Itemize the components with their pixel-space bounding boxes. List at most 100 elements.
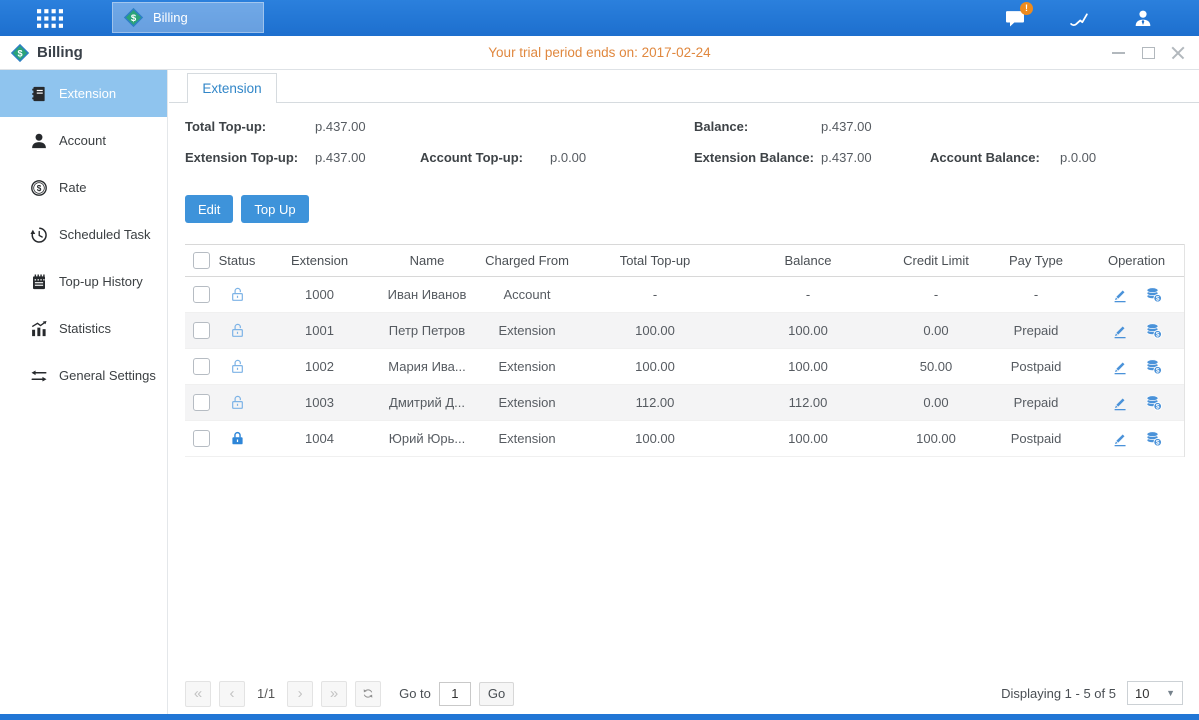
extension-balance-label: Extension Balance: [694,150,814,165]
pagination-bar: « ‹ 1/1 › » Go to Go Displaying 1 - 5 of… [185,680,1183,707]
topup-icon[interactable] [1145,358,1163,376]
taskbar-tab-billing[interactable]: Billing [112,2,264,33]
cell-extension: 1003 [257,395,382,410]
next-page-button[interactable]: › [287,681,313,707]
cell-pay-type: Prepaid [984,395,1088,410]
main-content: Extension Total Top-up: p.437.00 Balance… [169,70,1199,714]
topup-icon[interactable] [1145,430,1163,448]
table-row: 1001 Петр Петров Extension 100.00 100.00… [185,313,1184,349]
lock-open-icon [229,322,246,339]
prev-page-button[interactable]: ‹ [219,681,245,707]
cell-charged-from: Extension [472,323,582,338]
sidebar-item-top-up-history[interactable]: Top-up History [0,258,167,305]
row-checkbox[interactable] [193,286,210,303]
table-row: 1002 Мария Ива... Extension 100.00 100.0… [185,349,1184,385]
billing-app-icon [123,7,144,28]
edit-button[interactable]: Edit [185,195,233,223]
window-titlebar: Billing Your trial period ends on: 2017-… [0,36,1199,70]
extension-balance-value: p.437.00 [821,150,872,165]
minimize-icon [1112,52,1125,54]
account-balance-value: p.0.00 [1060,150,1096,165]
row-checkbox[interactable] [193,322,210,339]
table-row: 1004 Юрий Юрь... Extension 100.00 100.00… [185,421,1184,457]
account-balance-label: Account Balance: [930,150,1040,165]
reports-button[interactable] [1063,2,1095,34]
messages-button[interactable]: ! [999,2,1031,34]
page-indicator: 1/1 [257,686,275,701]
cell-charged-from: Extension [472,395,582,410]
topup-icon[interactable] [1145,394,1163,412]
table-row: 1000 Иван Иванов Account - - - - [185,277,1184,313]
extension-topup-label: Extension Top-up: [185,150,298,165]
minimize-button[interactable] [1109,44,1127,62]
topup-button[interactable]: Top Up [241,195,308,223]
close-icon [1171,46,1185,60]
cell-credit-limit: 100.00 [888,431,984,446]
cell-balance: 112.00 [728,395,888,410]
topup-icon[interactable] [1145,322,1163,340]
cell-total-topup: - [582,287,728,302]
maximize-button[interactable] [1139,44,1157,62]
tab-extension-label: Extension [202,81,261,96]
refresh-icon [362,686,374,701]
cell-name: Мария Ива... [382,359,472,374]
apps-grid-button[interactable] [22,0,78,36]
extension-icon [30,85,48,103]
sidebar-item-account[interactable]: Account [0,117,167,164]
top-navigation-bar: Billing ! [0,0,1199,36]
go-button[interactable]: Go [479,682,514,706]
rate-icon [30,179,48,197]
last-page-icon: » [330,686,338,701]
cell-total-topup: 100.00 [582,359,728,374]
topup-history-icon [30,273,48,291]
select-all-checkbox[interactable] [193,252,210,269]
cell-extension: 1002 [257,359,382,374]
edit-icon[interactable] [1111,394,1129,412]
window-bottom-border [0,714,1199,720]
balance-value: p.437.00 [821,119,872,134]
last-page-button[interactable]: » [321,681,347,707]
edit-icon[interactable] [1111,430,1129,448]
page-size-value: 10 [1135,686,1149,701]
topbar-actions: ! [999,0,1159,36]
balance-summary: Total Top-up: p.437.00 Balance: p.437.00… [169,103,1199,195]
user-icon [1133,5,1153,32]
account-topup-label: Account Top-up: [420,150,523,165]
billing-window: Billing ! Billing Your trial period ends… [0,0,1199,720]
topup-icon[interactable] [1145,286,1163,304]
edit-icon[interactable] [1111,286,1129,304]
cell-pay-type: Postpaid [984,359,1088,374]
row-checkbox[interactable] [193,394,210,411]
sidebar-item-rate[interactable]: Rate [0,164,167,211]
lock-open-icon [229,358,246,375]
lock-closed-icon [229,430,246,447]
first-page-button[interactable]: « [185,681,211,707]
close-button[interactable] [1169,44,1187,62]
page-size-select[interactable]: 10 ▼ [1127,681,1183,705]
next-page-icon: › [298,686,303,701]
col-charged-from: Charged From [472,253,582,268]
user-menu-button[interactable] [1127,2,1159,34]
sidebar-item-statistics[interactable]: Statistics [0,305,167,352]
row-checkbox[interactable] [193,358,210,375]
col-balance: Balance [728,253,888,268]
row-checkbox[interactable] [193,430,210,447]
edit-icon[interactable] [1111,358,1129,376]
table-header: Status Extension Name Charged From Total… [185,244,1184,277]
tab-extension[interactable]: Extension [187,73,277,103]
goto-label: Go to [399,686,431,701]
goto-page-input[interactable] [439,682,471,706]
cell-charged-from: Extension [472,359,582,374]
sidebar: Extension Account Rate Scheduled Task To… [0,70,168,714]
cell-extension: 1001 [257,323,382,338]
sidebar-item-general-settings[interactable]: General Settings [0,352,167,399]
edit-icon[interactable] [1111,322,1129,340]
cell-name: Иван Иванов [382,287,472,302]
sidebar-item-scheduled-task[interactable]: Scheduled Task [0,211,167,258]
refresh-button[interactable] [355,681,381,707]
prev-page-icon: ‹ [230,686,235,701]
col-extension: Extension [257,253,382,268]
col-credit-limit: Credit Limit [888,253,984,268]
col-total-topup: Total Top-up [582,253,728,268]
sidebar-item-extension[interactable]: Extension [0,70,167,117]
